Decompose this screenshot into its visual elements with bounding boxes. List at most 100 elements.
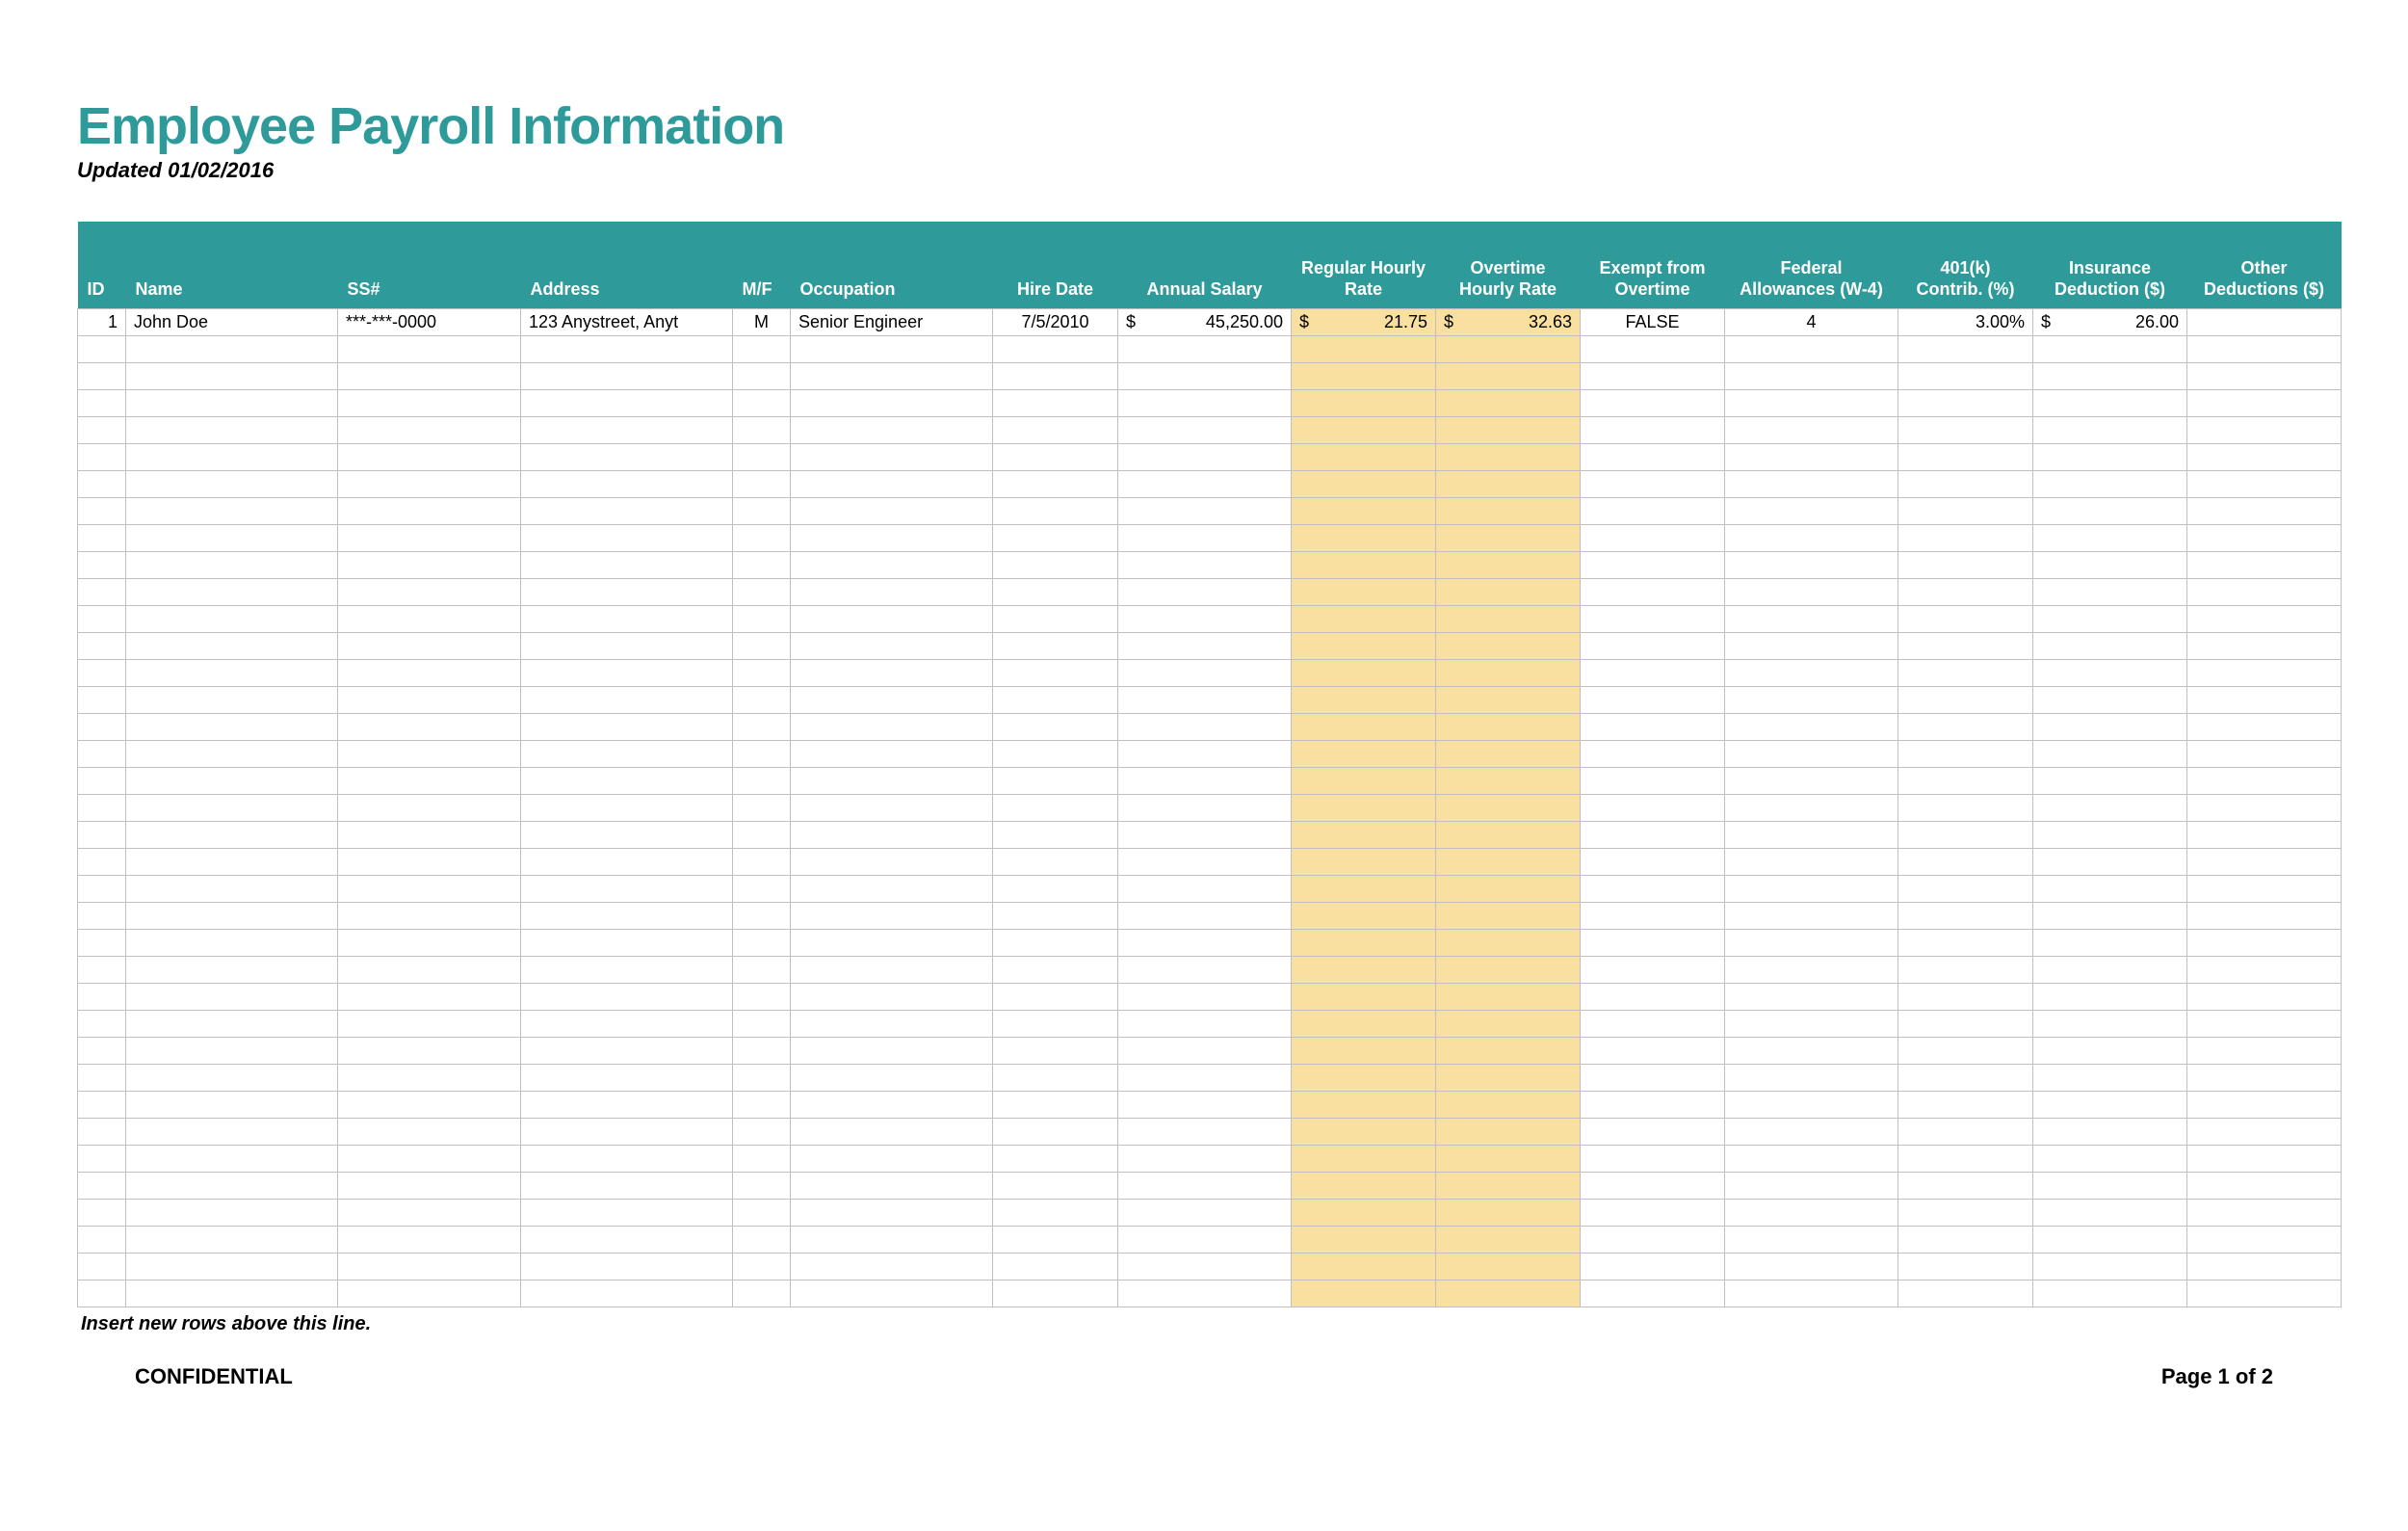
- empty-cell[interactable]: [1898, 794, 2033, 821]
- empty-cell[interactable]: [1436, 443, 1581, 470]
- empty-cell[interactable]: [1898, 1118, 2033, 1145]
- empty-cell[interactable]: [993, 1280, 1118, 1307]
- cell-address[interactable]: 123 Anystreet, Anyt: [521, 308, 733, 335]
- empty-cell[interactable]: [1292, 767, 1436, 794]
- cell-other[interactable]: [2187, 308, 2342, 335]
- cell-insurance[interactable]: $26.00: [2033, 308, 2187, 335]
- empty-cell[interactable]: [2187, 1118, 2342, 1145]
- empty-cell[interactable]: [791, 713, 993, 740]
- empty-cell[interactable]: [2033, 821, 2187, 848]
- empty-cell[interactable]: [1581, 362, 1725, 389]
- empty-cell[interactable]: [733, 1064, 791, 1091]
- empty-cell[interactable]: [2033, 1010, 2187, 1037]
- empty-cell[interactable]: [1436, 983, 1581, 1010]
- empty-cell[interactable]: [126, 767, 338, 794]
- empty-cell[interactable]: [126, 497, 338, 524]
- empty-cell[interactable]: [521, 929, 733, 956]
- empty-cell[interactable]: [338, 686, 521, 713]
- empty-cell[interactable]: [791, 1037, 993, 1064]
- empty-cell[interactable]: [1118, 335, 1292, 362]
- empty-cell[interactable]: [1725, 659, 1898, 686]
- empty-cell[interactable]: [733, 929, 791, 956]
- empty-cell[interactable]: [1725, 1172, 1898, 1199]
- empty-cell[interactable]: [993, 713, 1118, 740]
- empty-cell[interactable]: [1436, 362, 1581, 389]
- empty-cell[interactable]: [1436, 1118, 1581, 1145]
- empty-cell[interactable]: [1292, 1199, 1436, 1226]
- empty-cell[interactable]: [1292, 1064, 1436, 1091]
- empty-cell[interactable]: [1898, 713, 2033, 740]
- empty-cell[interactable]: [993, 443, 1118, 470]
- empty-cell[interactable]: [521, 902, 733, 929]
- empty-cell[interactable]: [733, 470, 791, 497]
- empty-cell[interactable]: [338, 470, 521, 497]
- empty-cell[interactable]: [521, 551, 733, 578]
- empty-cell[interactable]: [1436, 929, 1581, 956]
- empty-cell[interactable]: [78, 902, 126, 929]
- empty-cell[interactable]: [521, 443, 733, 470]
- empty-cell[interactable]: [791, 416, 993, 443]
- empty-cell[interactable]: [1898, 767, 2033, 794]
- cell-ss[interactable]: ***-***-0000: [338, 308, 521, 335]
- empty-cell[interactable]: [1581, 794, 1725, 821]
- empty-cell[interactable]: [733, 362, 791, 389]
- empty-cell[interactable]: [993, 929, 1118, 956]
- empty-cell[interactable]: [1292, 416, 1436, 443]
- empty-cell[interactable]: [2033, 740, 2187, 767]
- empty-cell[interactable]: [2033, 1199, 2187, 1226]
- empty-cell[interactable]: [1436, 578, 1581, 605]
- empty-cell[interactable]: [2033, 335, 2187, 362]
- empty-cell[interactable]: [338, 1226, 521, 1253]
- empty-cell[interactable]: [1581, 470, 1725, 497]
- empty-cell[interactable]: [1725, 902, 1898, 929]
- empty-cell[interactable]: [1898, 686, 2033, 713]
- empty-cell[interactable]: [1436, 335, 1581, 362]
- empty-cell[interactable]: [126, 632, 338, 659]
- empty-cell[interactable]: [521, 983, 733, 1010]
- empty-cell[interactable]: [1898, 416, 2033, 443]
- empty-cell[interactable]: [993, 659, 1118, 686]
- empty-cell[interactable]: [2187, 1280, 2342, 1307]
- empty-cell[interactable]: [791, 875, 993, 902]
- empty-cell[interactable]: [338, 983, 521, 1010]
- empty-cell[interactable]: [1898, 740, 2033, 767]
- empty-cell[interactable]: [993, 335, 1118, 362]
- empty-cell[interactable]: [993, 875, 1118, 902]
- empty-cell[interactable]: [1118, 848, 1292, 875]
- empty-cell[interactable]: [791, 389, 993, 416]
- empty-cell[interactable]: [2187, 524, 2342, 551]
- empty-cell[interactable]: [733, 578, 791, 605]
- empty-cell[interactable]: [1118, 497, 1292, 524]
- empty-cell[interactable]: [1725, 1280, 1898, 1307]
- empty-cell[interactable]: [1725, 551, 1898, 578]
- empty-cell[interactable]: [993, 902, 1118, 929]
- empty-cell[interactable]: [338, 875, 521, 902]
- empty-cell[interactable]: [2187, 740, 2342, 767]
- empty-cell[interactable]: [1292, 1010, 1436, 1037]
- empty-cell[interactable]: [993, 578, 1118, 605]
- empty-cell[interactable]: [791, 524, 993, 551]
- empty-cell[interactable]: [733, 1037, 791, 1064]
- empty-cell[interactable]: [1292, 1226, 1436, 1253]
- empty-cell[interactable]: [2033, 848, 2187, 875]
- empty-cell[interactable]: [1725, 578, 1898, 605]
- empty-cell[interactable]: [1118, 767, 1292, 794]
- empty-cell[interactable]: [1118, 821, 1292, 848]
- empty-cell[interactable]: [1436, 632, 1581, 659]
- empty-cell[interactable]: [2187, 848, 2342, 875]
- empty-cell[interactable]: [2187, 362, 2342, 389]
- empty-cell[interactable]: [1436, 416, 1581, 443]
- empty-cell[interactable]: [733, 632, 791, 659]
- empty-cell[interactable]: [1581, 632, 1725, 659]
- cell-occupation[interactable]: Senior Engineer: [791, 308, 993, 335]
- empty-cell[interactable]: [1581, 740, 1725, 767]
- empty-cell[interactable]: [791, 470, 993, 497]
- empty-cell[interactable]: [1436, 767, 1581, 794]
- empty-cell[interactable]: [993, 362, 1118, 389]
- empty-cell[interactable]: [338, 1064, 521, 1091]
- empty-cell[interactable]: [521, 1172, 733, 1199]
- empty-cell[interactable]: [1118, 632, 1292, 659]
- empty-cell[interactable]: [338, 335, 521, 362]
- empty-cell[interactable]: [993, 956, 1118, 983]
- empty-cell[interactable]: [338, 1010, 521, 1037]
